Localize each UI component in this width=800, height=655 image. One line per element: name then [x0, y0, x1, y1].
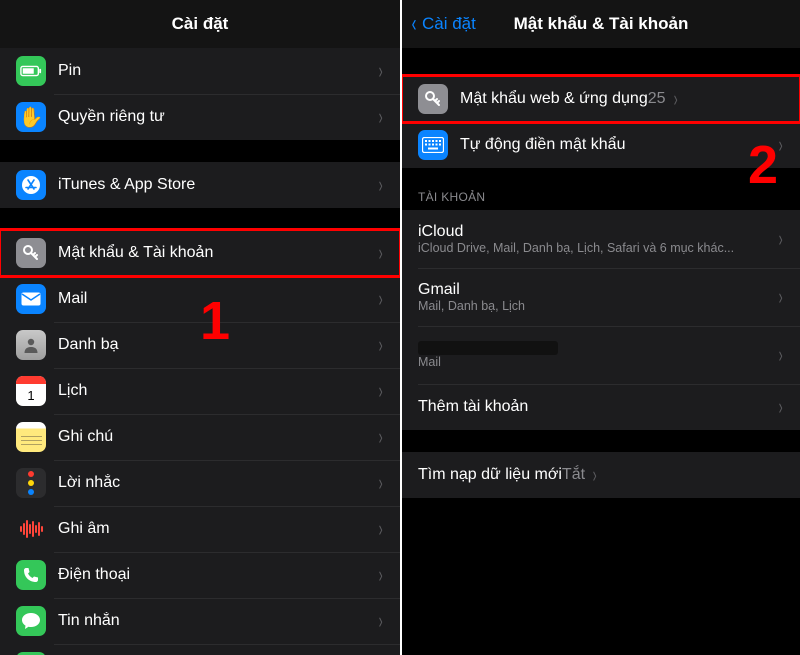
- chevron-right-icon: ›: [778, 342, 782, 368]
- chevron-right-icon: ›: [378, 470, 382, 496]
- chevron-right-icon: ›: [378, 562, 382, 588]
- chevron-right-icon: ›: [378, 516, 382, 542]
- autofill-label: Tự động điền mật khẩu: [460, 136, 625, 154]
- voice-label: Ghi âm: [58, 520, 110, 538]
- reminders-label: Lời nhắc: [58, 474, 120, 492]
- chevron-right-icon: ›: [378, 608, 382, 634]
- reminders-icon: [16, 468, 46, 498]
- passwords-title: Mật khẩu & Tài khoản: [514, 14, 689, 34]
- appstore-icon: [16, 170, 46, 200]
- battery-icon: [16, 56, 46, 86]
- accounts-section-header: TÀI KHOẢN: [402, 168, 800, 210]
- settings-row-contacts[interactable]: Danh bạ ›: [0, 322, 400, 368]
- settings-row-passwords[interactable]: Mật khẩu & Tài khoản ›: [0, 230, 400, 276]
- chevron-right-icon: ›: [378, 58, 382, 84]
- calendar-label: Lịch: [58, 382, 87, 400]
- settings-row-battery[interactable]: Pin ›: [0, 48, 400, 94]
- settings-row-phone[interactable]: Điện thoại ›: [0, 552, 400, 598]
- settings-row-appstore[interactable]: iTunes & App Store ›: [0, 162, 400, 208]
- row-hidden-account[interactable]: Mail ›: [402, 326, 800, 384]
- row-gmail[interactable]: Gmail Mail, Danh bạ, Lịch ›: [402, 268, 800, 326]
- hidden-account-label: [418, 341, 558, 355]
- settings-row-reminders[interactable]: Lời nhắc ›: [0, 460, 400, 506]
- settings-row-privacy[interactable]: ✋ Quyền riêng tư ›: [0, 94, 400, 140]
- chevron-right-icon: ›: [378, 240, 382, 266]
- chevron-right-icon: ›: [378, 104, 382, 130]
- row-autofill[interactable]: Tự động điền mật khẩu ›: [402, 122, 800, 168]
- contacts-label: Danh bạ: [58, 336, 119, 354]
- messages-label: Tin nhắn: [58, 612, 120, 630]
- chevron-right-icon: ›: [378, 286, 382, 312]
- icloud-label: iCloud: [418, 223, 777, 241]
- chevron-right-icon: ›: [778, 132, 782, 158]
- icloud-sub: iCloud Drive, Mail, Danh bạ, Lịch, Safar…: [418, 241, 777, 255]
- contacts-icon: [16, 330, 46, 360]
- chevron-right-icon: ›: [778, 284, 782, 310]
- gmail-sub: Mail, Danh bạ, Lịch: [418, 299, 777, 313]
- hidden-account-sub: Mail: [418, 355, 777, 369]
- settings-header: Cài đặt: [0, 0, 400, 48]
- hand-icon: ✋: [16, 102, 46, 132]
- voice-memo-icon: [16, 514, 46, 544]
- gmail-label: Gmail: [418, 281, 777, 299]
- settings-row-calendar[interactable]: 1 Lịch ›: [0, 368, 400, 414]
- chevron-right-icon: ›: [378, 172, 382, 198]
- fetch-label: Tìm nạp dữ liệu mới: [418, 466, 562, 484]
- settings-row-mail[interactable]: Mail ›: [0, 276, 400, 322]
- chevron-right-icon: ›: [378, 424, 382, 450]
- settings-screen: Cài đặt Pin › ✋ Quyền riêng tư › iTunes …: [0, 0, 400, 655]
- fetch-value: Tắt: [562, 466, 585, 484]
- calendar-icon: 1: [16, 376, 46, 406]
- privacy-label: Quyền riêng tư: [58, 108, 165, 126]
- key-icon: [418, 84, 448, 114]
- chevron-left-icon: ‹: [412, 12, 417, 36]
- chevron-right-icon: ›: [778, 394, 782, 420]
- appstore-label: iTunes & App Store: [58, 176, 195, 194]
- website-passwords-count: 25: [648, 90, 666, 108]
- passwords-label: Mật khẩu & Tài khoản: [58, 244, 213, 262]
- row-fetch-data[interactable]: Tìm nạp dữ liệu mới Tắt ›: [402, 452, 800, 498]
- key-icon: [16, 238, 46, 268]
- add-account-label: Thêm tài khoản: [418, 398, 528, 416]
- chevron-right-icon: ›: [593, 462, 597, 488]
- chevron-right-icon: ›: [673, 86, 677, 112]
- settings-row-messages[interactable]: Tin nhắn ›: [0, 598, 400, 644]
- battery-label: Pin: [58, 62, 81, 80]
- notes-icon: [16, 422, 46, 452]
- phone-label: Điện thoại: [58, 566, 130, 584]
- row-add-account[interactable]: Thêm tài khoản ›: [402, 384, 800, 430]
- passwords-header: ‹ Cài đặt Mật khẩu & Tài khoản: [402, 0, 800, 48]
- mail-icon: [16, 284, 46, 314]
- settings-row-notes[interactable]: Ghi chú ›: [0, 414, 400, 460]
- row-website-passwords[interactable]: Mật khẩu web & ứng dụng 25 ›: [402, 76, 800, 122]
- chevron-right-icon: ›: [778, 226, 782, 252]
- row-icloud[interactable]: iCloud iCloud Drive, Mail, Danh bạ, Lịch…: [402, 210, 800, 268]
- mail-label: Mail: [58, 290, 87, 308]
- back-button[interactable]: ‹ Cài đặt: [410, 0, 476, 48]
- keyboard-icon: [418, 130, 448, 160]
- settings-title: Cài đặt: [172, 14, 229, 34]
- phone-icon: [16, 560, 46, 590]
- settings-row-facetime[interactable]: FaceTime ›: [0, 644, 400, 655]
- messages-icon: [16, 606, 46, 636]
- settings-row-voice[interactable]: Ghi âm ›: [0, 506, 400, 552]
- website-passwords-label: Mật khẩu web & ứng dụng: [460, 90, 648, 108]
- back-label: Cài đặt: [422, 14, 476, 34]
- chevron-right-icon: ›: [378, 332, 382, 358]
- chevron-right-icon: ›: [378, 378, 382, 404]
- notes-label: Ghi chú: [58, 428, 113, 446]
- passwords-screen: ‹ Cài đặt Mật khẩu & Tài khoản Mật khẩu …: [400, 0, 800, 655]
